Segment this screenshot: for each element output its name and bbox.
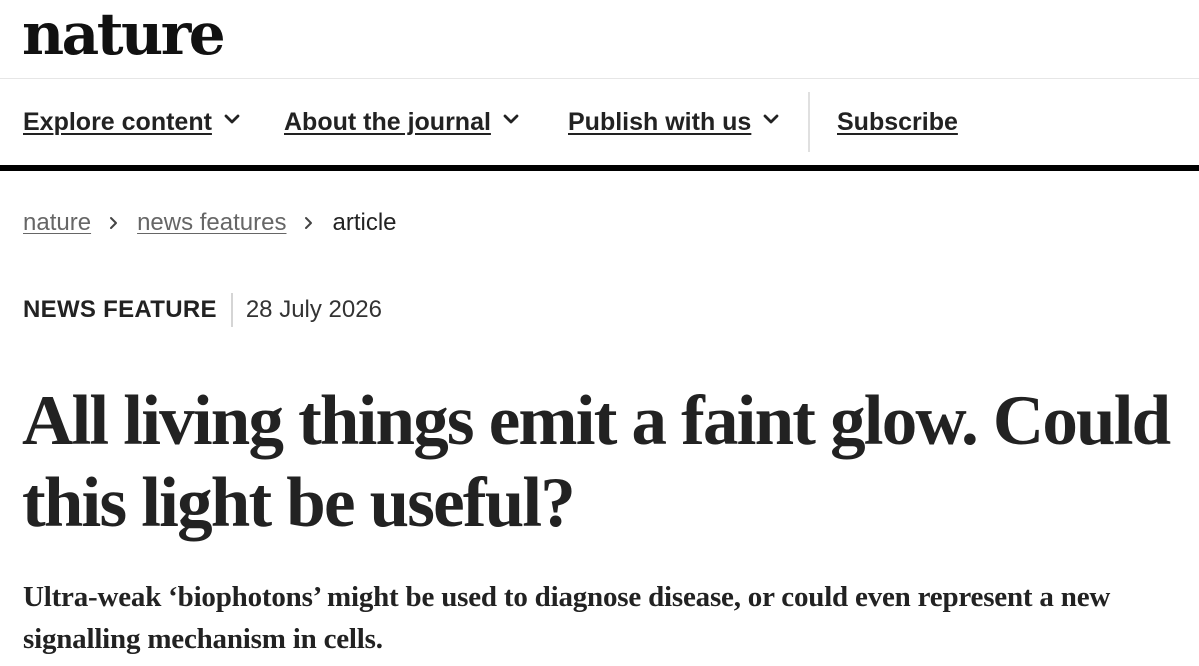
nav-explore-content-label: Explore content [23, 107, 212, 136]
breadcrumb-link-news-features[interactable]: news features [137, 209, 286, 237]
article-date: 28 July 2026 [245, 296, 382, 323]
article-standfirst: Ultra-weak ‘biophotons’ might be used to… [23, 581, 1111, 655]
article-type-label: NEWS FEATURE [23, 296, 217, 323]
main-navigation: Explore content About the journal Publis… [0, 79, 1199, 171]
nav-subscribe-label: Subscribe [837, 107, 958, 136]
meta-divider [230, 293, 233, 327]
masthead: nature [0, 0, 1199, 79]
chevron-down-icon [763, 114, 779, 124]
chevron-right-icon [110, 217, 118, 229]
nature-logo[interactable]: nature [22, 0, 226, 74]
chevron-right-icon [305, 217, 313, 229]
nav-subscribe[interactable]: Subscribe [837, 79, 958, 165]
article-meta: NEWS FEATURE 28 July 2026 [23, 292, 382, 328]
nav-about-the-journal-label: About the journal [284, 107, 491, 136]
nav-about-the-journal[interactable]: About the journal [284, 79, 521, 165]
nav-publish-with-us[interactable]: Publish with us [568, 79, 781, 165]
nav-divider [808, 92, 810, 152]
chevron-down-icon [503, 114, 519, 124]
breadcrumb-current: article [332, 209, 397, 236]
breadcrumb: nature news features article [23, 206, 397, 240]
article-title: All living things emit a faint glow. Cou… [22, 382, 1171, 542]
nav-explore-content[interactable]: Explore content [23, 79, 242, 165]
breadcrumb-link-nature[interactable]: nature [23, 209, 91, 237]
nav-publish-with-us-label: Publish with us [568, 107, 752, 136]
chevron-down-icon [224, 114, 240, 124]
